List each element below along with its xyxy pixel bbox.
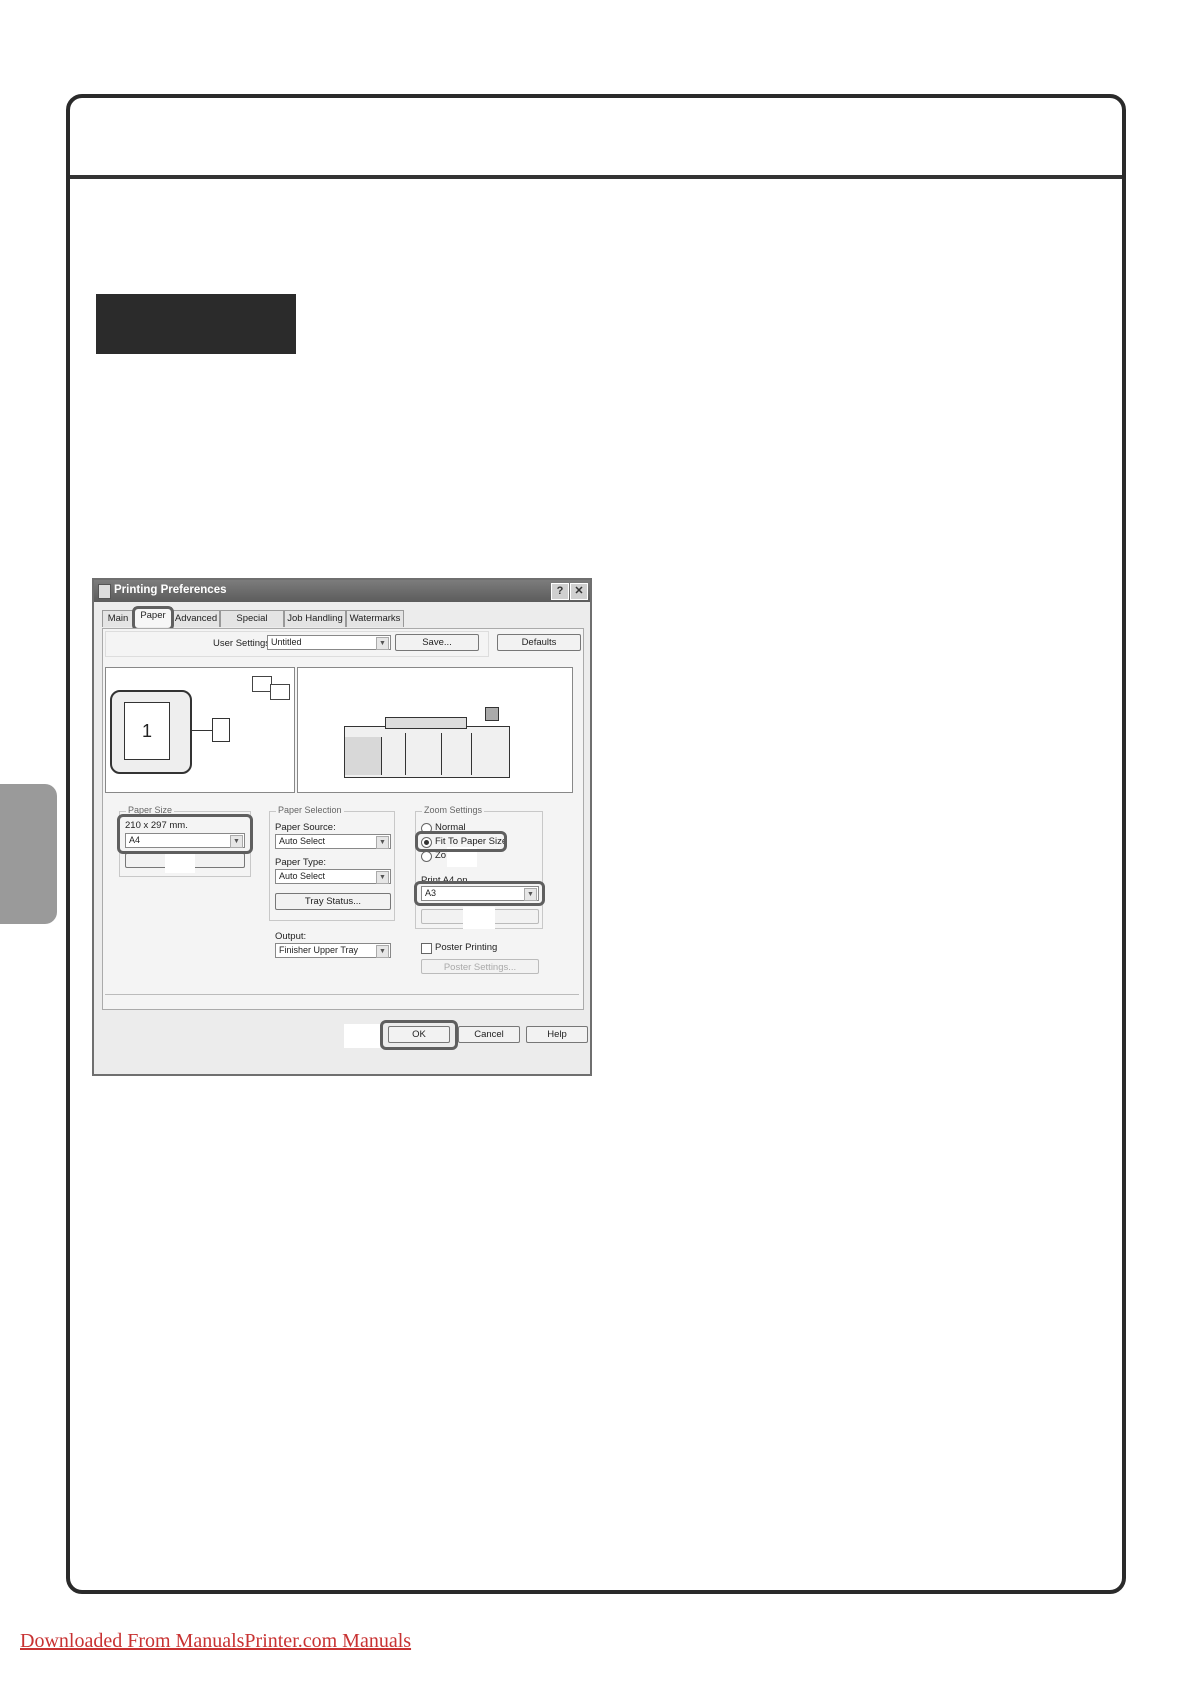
output-select[interactable]: Finisher Upper Tray ▼ [275, 943, 391, 958]
header-divider [70, 175, 1122, 179]
zoom-settings-group-title: Zoom Settings [422, 805, 485, 815]
user-settings-label: User Settings: [213, 638, 273, 649]
poster-printing-checkbox[interactable] [421, 943, 432, 954]
chevron-down-icon: ▼ [376, 836, 389, 849]
paper-source-value: Auto Select [279, 836, 326, 846]
zoom-custom-radio[interactable] [421, 851, 432, 862]
dialog-title: Printing Preferences [114, 584, 227, 596]
fit-to-paper-highlight [415, 831, 507, 852]
tab-watermarks[interactable]: Watermarks [346, 610, 404, 627]
status-strip [105, 994, 579, 1007]
tab-main[interactable]: Main [102, 610, 134, 627]
output-label: Output: [275, 931, 307, 942]
printer-icon [98, 584, 111, 599]
poster-printing-label: Poster Printing [435, 942, 498, 953]
paper-size-highlight [117, 814, 253, 854]
poster-settings-button[interactable]: Poster Settings... [421, 959, 539, 974]
tab-job-handling[interactable]: Job Handling [284, 610, 346, 627]
chevron-down-icon: ▼ [376, 637, 389, 650]
output-value: Finisher Upper Tray [279, 945, 359, 955]
close-button[interactable]: ✕ [570, 583, 588, 600]
printer-preview [297, 667, 573, 793]
paper-source-select[interactable]: Auto Select ▼ [275, 834, 391, 849]
stack-icon [270, 684, 290, 700]
chevron-down-icon: ▼ [376, 945, 389, 958]
paper-type-value: Auto Select [279, 871, 326, 881]
chevron-down-icon: ▼ [376, 871, 389, 884]
paper-selection-group-title: Paper Selection [276, 805, 344, 815]
paper-source-label: Paper Source: [275, 822, 336, 833]
paper-tab-panel: User Settings: Untitled ▼ Save... Defaul… [102, 628, 584, 1010]
printer-machine-icon [344, 707, 510, 778]
callout-mask [463, 907, 495, 929]
cancel-button[interactable]: Cancel [458, 1026, 520, 1043]
tab-advanced[interactable]: Advanced [172, 610, 220, 627]
paper-outline-icon: 1 [110, 690, 192, 774]
chapter-side-tab [0, 784, 57, 924]
page-number-preview: 1 [124, 702, 170, 760]
tab-special-modes[interactable]: Special Modes [220, 610, 284, 640]
layout-preview: 1 [105, 667, 295, 793]
footer-download-link[interactable]: Downloaded From ManualsPrinter.com Manua… [20, 1630, 411, 1653]
section-heading-bar [96, 294, 296, 354]
tray-status-button[interactable]: Tray Status... [275, 893, 391, 910]
print-on-highlight [414, 881, 545, 906]
stack-icon [252, 676, 272, 692]
user-settings-select[interactable]: Untitled ▼ [267, 635, 391, 650]
defaults-button[interactable]: Defaults [497, 634, 581, 651]
callout-mask [344, 1024, 380, 1048]
save-button[interactable]: Save... [395, 634, 479, 651]
document-icon [212, 718, 230, 742]
ok-highlight [380, 1020, 458, 1050]
help-button[interactable]: Help [526, 1026, 588, 1043]
paper-type-select[interactable]: Auto Select ▼ [275, 869, 391, 884]
printing-preferences-dialog: Printing Preferences ? ✕ Main Paper Adva… [92, 578, 592, 1076]
user-settings-value: Untitled [271, 637, 302, 647]
paper-type-label: Paper Type: [275, 857, 327, 868]
help-title-button[interactable]: ? [551, 583, 569, 600]
dialog-titlebar: Printing Preferences ? ✕ [94, 580, 590, 602]
callout-mask [165, 851, 195, 873]
connector-line [190, 730, 212, 731]
